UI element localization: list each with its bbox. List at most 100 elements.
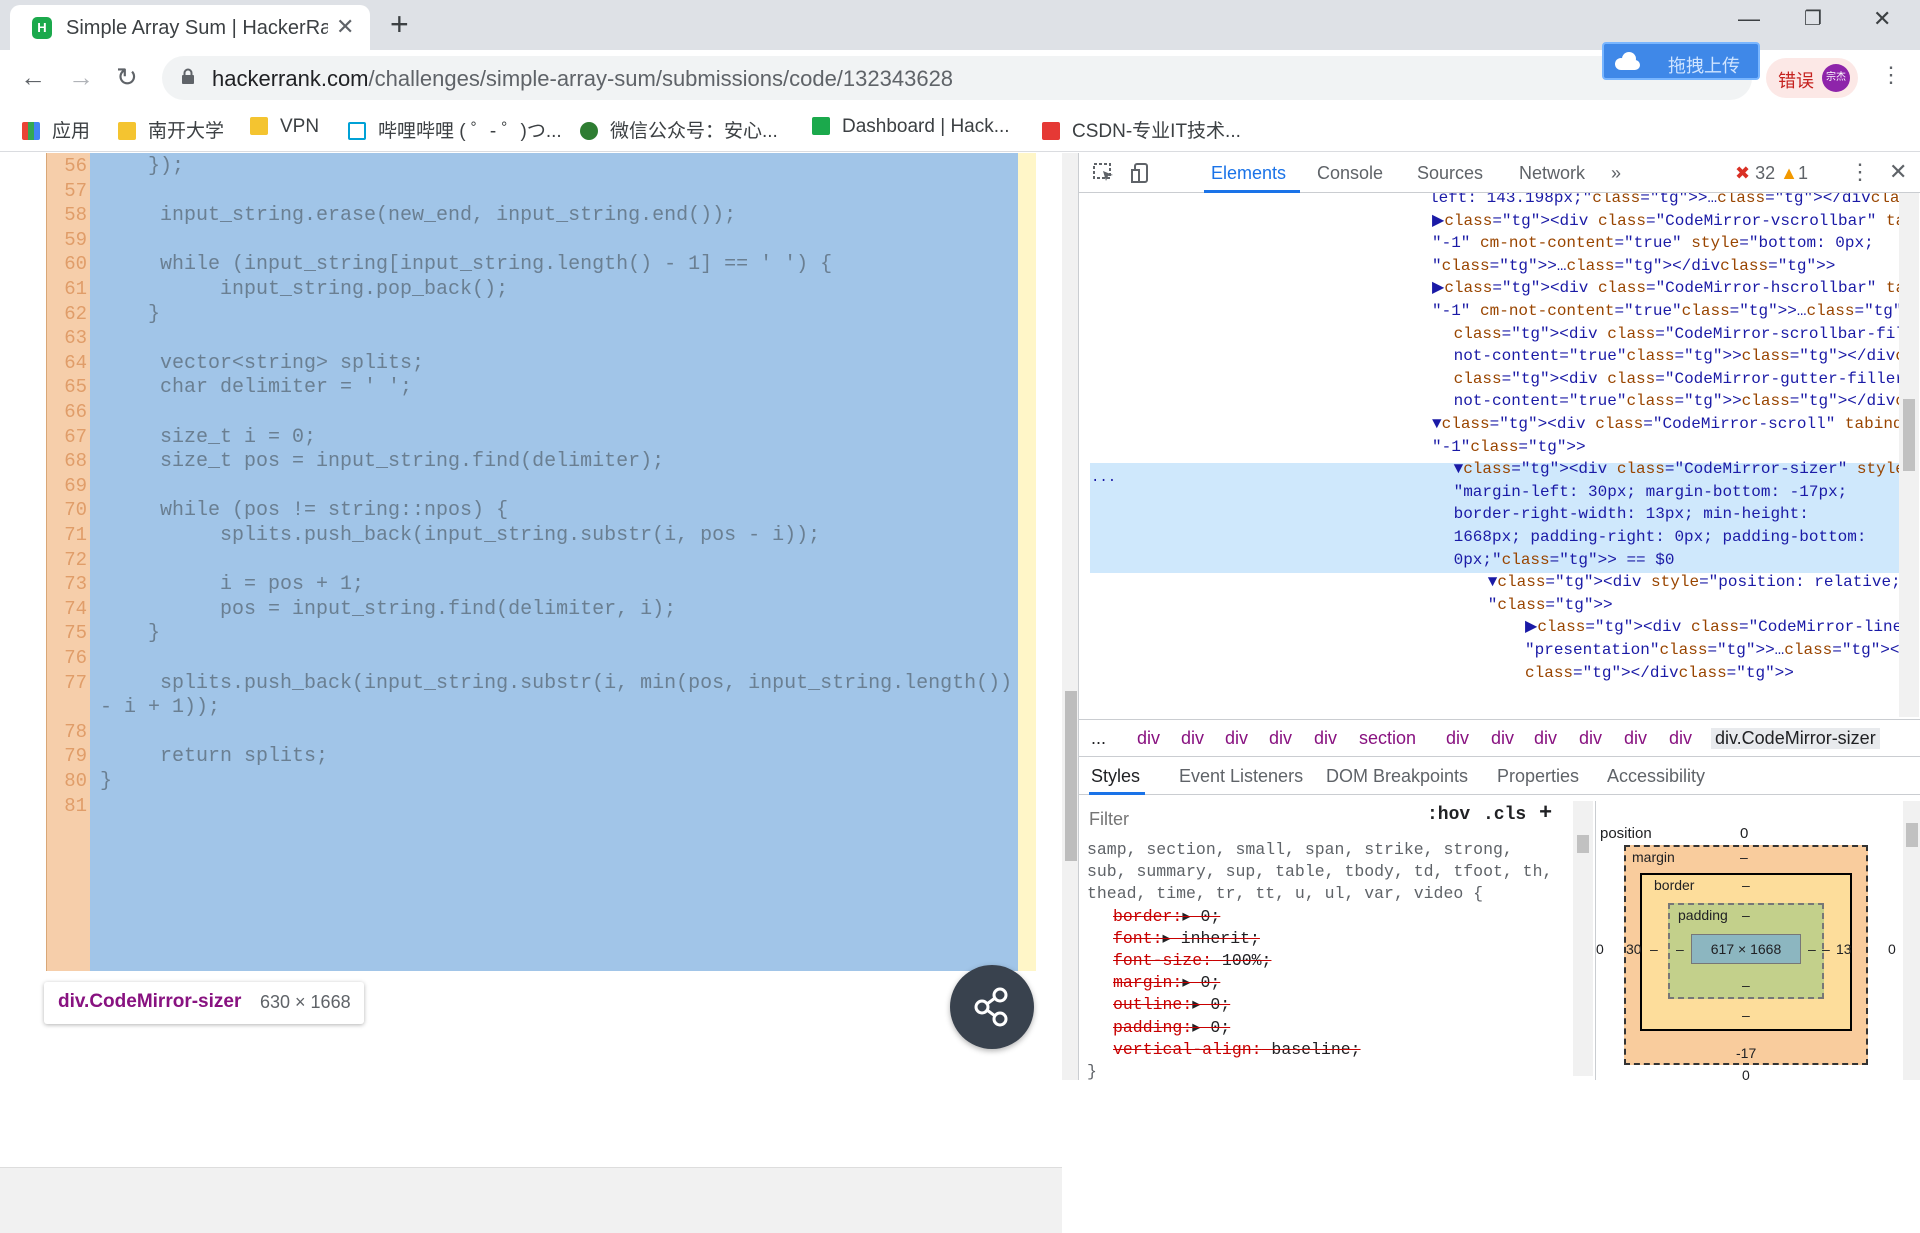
forward-button[interactable]: → <box>68 62 94 93</box>
devtools-menu-icon[interactable]: ⋮ <box>1849 159 1871 185</box>
reload-button[interactable]: ↻ <box>116 62 138 93</box>
position-bottom-value: 0 <box>1742 1067 1750 1083</box>
scrollbar-thumb[interactable] <box>1903 399 1915 471</box>
dom-node-line[interactable]: 0px;"class="tg">> == $0 <box>1444 549 1675 572</box>
minimize-button[interactable]: — <box>1738 6 1760 32</box>
subtab-properties[interactable]: Properties <box>1497 766 1579 787</box>
scrollbar-thumb[interactable] <box>1577 835 1589 853</box>
css-property[interactable]: vertical-align: baseline; <box>1113 1039 1361 1061</box>
browser-tab-active[interactable]: H Simple Array Sum | HackerRank ✕ <box>10 5 370 50</box>
tab-network[interactable]: Network <box>1519 163 1585 184</box>
class-toggle-button[interactable]: .cls <box>1483 805 1526 825</box>
scrollbar-thumb[interactable] <box>1906 823 1918 847</box>
breadcrumb-item[interactable]: div <box>1225 728 1248 749</box>
dom-node-line[interactable]: class="tg"></divclass="tg">> <box>1477 662 1794 683</box>
subtab-styles[interactable]: Styles <box>1091 766 1140 787</box>
subtab-accessibility[interactable]: Accessibility <box>1607 766 1705 787</box>
tab-console[interactable]: Console <box>1317 163 1383 184</box>
dom-node-line[interactable]: "class="tg">>…class="tg"></divclass="tg"… <box>1432 255 1835 278</box>
devtools-close-icon[interactable]: ✕ <box>1889 159 1907 185</box>
css-property[interactable]: font:▸ inherit; <box>1113 928 1260 950</box>
dom-node-line[interactable]: ▼class="tg"><div class="CodeMirror-scrol… <box>1432 413 1901 436</box>
css-property[interactable]: border:▸ 0; <box>1113 906 1220 928</box>
subtab-dom-breakpoints[interactable]: DOM Breakpoints <box>1326 766 1468 787</box>
restore-button[interactable]: ❐ <box>1804 6 1822 31</box>
breadcrumb-item[interactable]: div <box>1491 728 1514 749</box>
breadcrumb-item[interactable]: div <box>1269 728 1292 749</box>
tree-icon <box>580 122 598 140</box>
scrollbar-thumb[interactable] <box>1065 691 1077 861</box>
profile-error-button[interactable]: 错误 宗杰 <box>1766 58 1858 98</box>
window-close-button[interactable]: ✕ <box>1873 6 1891 32</box>
back-button[interactable]: ← <box>20 62 46 93</box>
css-property[interactable]: margin:▸ 0; <box>1113 972 1220 994</box>
code-editor[interactable]: }); input_string.erase(new_end, input_st… <box>90 153 1018 971</box>
dom-node-line[interactable]: "class="tg">> <box>1459 594 1613 617</box>
bookmark-wechat[interactable]: 微信公众号：安心... <box>580 116 778 142</box>
bookmark-csdn[interactable]: CSDN-专业IT技术... <box>1042 116 1241 142</box>
tab-sources[interactable]: Sources <box>1417 163 1483 184</box>
dom-node-line[interactable]: ▶class="tg"><div class="CodeMirror-vscro… <box>1432 210 1901 233</box>
upload-widget[interactable]: 拖拽上传 <box>1602 42 1760 80</box>
breadcrumb-item[interactable]: div <box>1314 728 1337 749</box>
dom-node-line[interactable]: "margin-left: 30px; margin-bottom: -17px… <box>1444 481 1848 504</box>
css-property[interactable]: padding:▸ 0; <box>1113 1017 1230 1039</box>
box-model-scrollbar[interactable] <box>1903 801 1920 1080</box>
inspect-element-icon[interactable] <box>1093 163 1115 183</box>
styles-scrollbar[interactable] <box>1573 801 1593 1076</box>
dom-node-line[interactable]: ▼class="tg"><div style="position: relati… <box>1459 571 1901 594</box>
breadcrumb-item[interactable]: div <box>1624 728 1647 749</box>
breadcrumb-overflow[interactable]: ... <box>1091 728 1106 749</box>
dom-node-line[interactable]: border-right-width: 13px; min-height: <box>1444 503 1809 526</box>
address-bar[interactable]: hackerrank.com/challenges/simple-array-s… <box>162 56 1752 100</box>
dom-node-line[interactable]: ▼class="tg"><div class="CodeMirror-sizer… <box>1444 458 1901 481</box>
breadcrumb-item[interactable]: div <box>1181 728 1204 749</box>
dom-node-line[interactable]: ▶class="tg"><div class="CodeMirror-lines… <box>1477 616 1901 639</box>
breadcrumb-item[interactable]: div.CodeMirror-sizer <box>1711 728 1880 749</box>
hover-state-button[interactable]: :hov <box>1427 805 1470 825</box>
page-scrollbar[interactable] <box>1062 153 1078 1080</box>
css-property[interactable]: font-size: 100%; <box>1113 950 1271 972</box>
line-number: 66 <box>64 401 87 423</box>
dom-node-line[interactable]: 1668px; padding-right: 0px; padding-bott… <box>1444 526 1867 549</box>
avatar: 宗杰 <box>1822 64 1850 92</box>
dom-node-line[interactable]: ▶class="tg"><div class="CodeMirror-hscro… <box>1432 277 1901 300</box>
dom-node-line[interactable]: not-content="true"class="tg">>class="tg"… <box>1444 345 1901 368</box>
browser-menu-icon[interactable]: ⋮ <box>1880 62 1902 88</box>
issues-counter[interactable]: ✖ 32 ▲1 <box>1735 163 1808 184</box>
dom-node-line[interactable]: "-1" cm-not-content="true"class="tg">>…c… <box>1432 300 1901 323</box>
dom-node-line[interactable]: "presentation"class="tg">>…class="tg"></… <box>1477 639 1901 662</box>
bookmark-folder-nankai[interactable]: 南开大学 <box>118 116 224 142</box>
breadcrumb-item[interactable]: div <box>1579 728 1602 749</box>
breadcrumb-item[interactable]: div <box>1137 728 1160 749</box>
dom-node-line[interactable]: left: 143.198px;"class="tg">>…class="tg"… <box>1429 193 1901 210</box>
device-toolbar-icon[interactable] <box>1131 163 1153 183</box>
node-actions-ellipsis[interactable]: ... <box>1091 467 1116 490</box>
close-tab-icon[interactable]: ✕ <box>336 14 354 40</box>
devtools-panel: Elements Console Sources Network » ✖ 32 … <box>1078 153 1920 1083</box>
dom-scrollbar[interactable] <box>1899 193 1919 717</box>
more-tabs-button[interactable]: » <box>1611 163 1621 184</box>
breadcrumb-item[interactable]: div <box>1669 728 1692 749</box>
error-icon: ✖ <box>1735 163 1756 183</box>
dom-node-line[interactable]: class="tg"><div class="CodeMirror-gutter… <box>1444 368 1901 391</box>
new-rule-button[interactable]: + <box>1539 801 1552 826</box>
subtab-event-listeners[interactable]: Event Listeners <box>1179 766 1303 787</box>
dom-node-line[interactable]: "-1" cm-not-content="true" style="bottom… <box>1432 232 1874 255</box>
breadcrumb-item[interactable]: div <box>1534 728 1557 749</box>
dom-node-line[interactable]: not-content="true"class="tg">>class="tg"… <box>1444 390 1901 413</box>
bookmark-hackerrank[interactable]: Dashboard | Hack... <box>812 116 1010 142</box>
bookmark-bilibili[interactable]: 哔哩哔哩 ( ゜- ゜)つ... <box>348 116 562 142</box>
share-button[interactable] <box>950 965 1034 1049</box>
dom-node-line[interactable]: class="tg"><div class="CodeMirror-scroll… <box>1444 323 1901 346</box>
box-content-size[interactable]: 617 × 1668 <box>1691 934 1801 964</box>
new-tab-button[interactable]: + <box>390 8 409 40</box>
breadcrumb-item[interactable]: div <box>1446 728 1469 749</box>
dom-tree[interactable]: ... left: 143.198px;"class="tg">>…class=… <box>1079 193 1901 683</box>
dom-node-line[interactable]: "-1"class="tg">> <box>1432 436 1586 459</box>
breadcrumb-item[interactable]: section <box>1359 728 1416 749</box>
tab-elements[interactable]: Elements <box>1211 163 1286 184</box>
css-property[interactable]: outline:▸ 0; <box>1113 994 1230 1016</box>
bookmark-apps[interactable]: 应用 <box>22 116 90 142</box>
bookmark-folder-vpn[interactable]: VPN <box>250 116 319 142</box>
